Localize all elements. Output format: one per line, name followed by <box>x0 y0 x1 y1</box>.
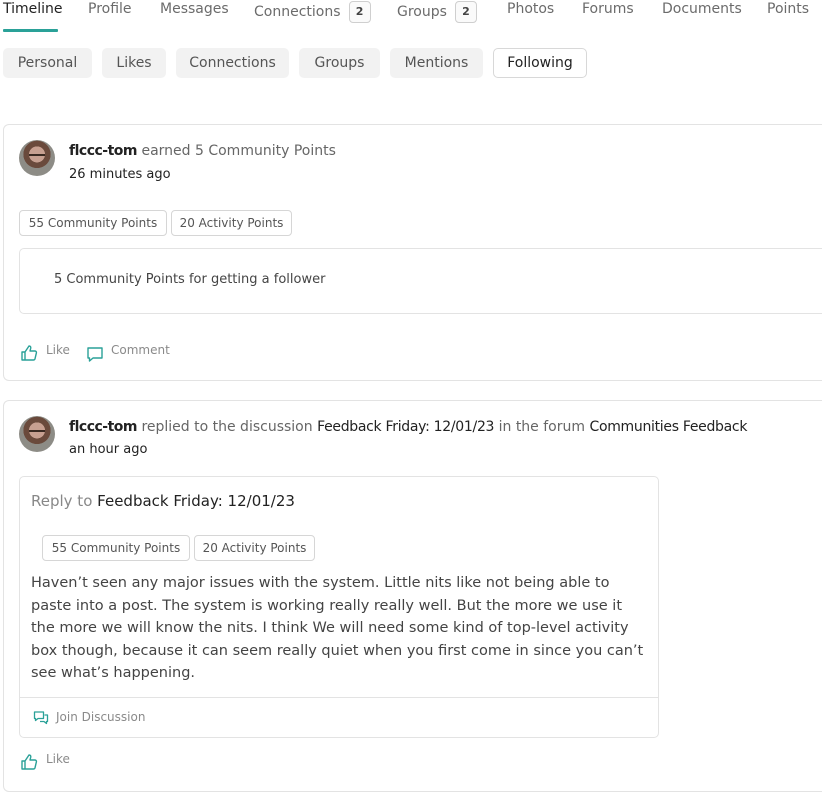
activity-action-text: in the forum <box>498 419 586 435</box>
connections-count-badge: 2 <box>348 1 371 23</box>
join-discussion-label: Join Discussion <box>56 710 146 724</box>
tab-forums[interactable]: Forums <box>582 1 634 17</box>
active-tab-indicator <box>3 29 58 32</box>
tab-points[interactable]: Points <box>767 1 809 17</box>
subtab-connections[interactable]: Connections <box>176 48 289 78</box>
thumbs-up-icon <box>21 754 38 770</box>
activity-timestamp[interactable]: an hour ago <box>69 442 147 457</box>
community-points-pill: 55 Community Points <box>42 535 190 561</box>
user-link[interactable]: flccc-tom <box>69 143 138 159</box>
subtab-following[interactable]: Following <box>493 48 587 78</box>
tab-connections[interactable]: Connections 2 <box>254 1 371 23</box>
forum-link[interactable]: Communities Feedback <box>589 419 747 435</box>
tab-profile[interactable]: Profile <box>88 1 132 17</box>
like-label: Like <box>46 752 70 766</box>
community-points-pill: 55 Community Points <box>19 210 167 236</box>
tab-documents[interactable]: Documents <box>662 1 742 17</box>
join-discussion-button[interactable]: Join Discussion <box>33 709 153 727</box>
avatar-glasses <box>29 154 45 160</box>
subtab-likes[interactable]: Likes <box>102 48 166 78</box>
activity-header: flccc-tom earned 5 Community Points <box>69 143 336 159</box>
tab-connections-label: Connections <box>254 4 341 20</box>
comment-label: Comment <box>111 343 170 357</box>
avatar-glasses <box>29 430 45 436</box>
activity-timestamp[interactable]: 26 minutes ago <box>69 167 171 182</box>
discussion-link[interactable]: Feedback Friday: 12/01/23 <box>317 419 494 435</box>
tab-groups[interactable]: Groups 2 <box>397 1 477 23</box>
thumbs-up-icon <box>21 345 38 361</box>
profile-nav: Timeline Profile Messages Connections 2 G… <box>0 0 822 32</box>
activity-points-pill: 20 Activity Points <box>194 535 315 561</box>
comment-icon <box>87 347 103 362</box>
comment-button[interactable]: Comment <box>86 343 176 362</box>
groups-count-badge: 2 <box>454 1 477 23</box>
like-label: Like <box>46 343 70 357</box>
subtab-mentions[interactable]: Mentions <box>390 48 483 78</box>
tab-timeline[interactable]: Timeline <box>3 1 63 17</box>
like-button[interactable]: Like <box>20 343 72 361</box>
divider <box>20 697 658 698</box>
activity-detail-text: 5 Community Points for getting a followe… <box>54 272 326 287</box>
reply-discussion-link[interactable]: Feedback Friday: 12/01/23 <box>97 492 295 510</box>
reply-prefix: Reply to <box>31 492 93 510</box>
activity-points-pill: 20 Activity Points <box>171 210 292 236</box>
like-button[interactable]: Like <box>20 752 72 770</box>
tab-groups-label: Groups <box>397 4 447 20</box>
activity-header: flccc-tom replied to the discussion Feed… <box>69 419 747 435</box>
activity-action-text: replied to the discussion <box>141 419 313 435</box>
tab-photos[interactable]: Photos <box>507 1 554 17</box>
reply-title: Reply to Feedback Friday: 12/01/23 <box>31 492 295 510</box>
avatar[interactable] <box>19 416 55 452</box>
reply-body: Haven’t seen any major issues with the s… <box>31 575 644 682</box>
avatar[interactable] <box>19 140 55 176</box>
activity-action-text: earned 5 Community Points <box>141 143 336 159</box>
tab-messages[interactable]: Messages <box>160 1 229 17</box>
subtab-groups[interactable]: Groups <box>299 48 380 78</box>
subtab-personal[interactable]: Personal <box>3 48 92 78</box>
user-link[interactable]: flccc-tom <box>69 419 138 435</box>
discussion-icon <box>33 711 49 725</box>
